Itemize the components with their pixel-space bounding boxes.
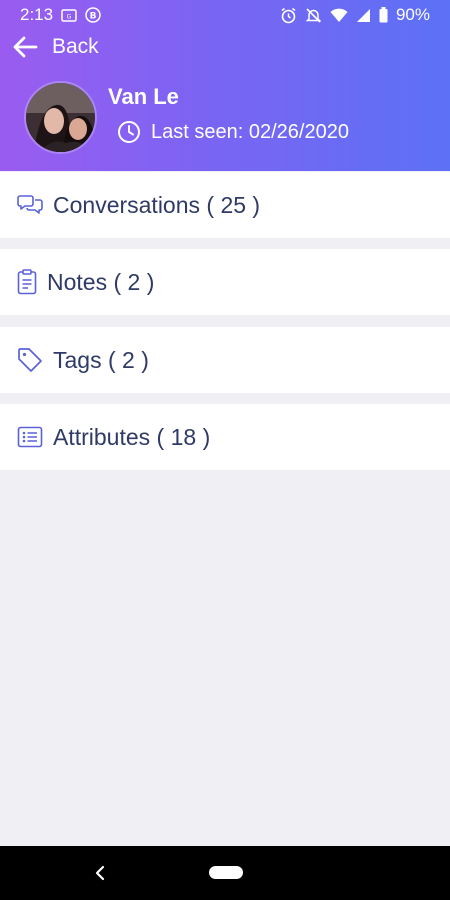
battery-icon <box>379 7 388 23</box>
nav-home-pill[interactable] <box>209 866 243 879</box>
alarm-icon <box>280 7 297 24</box>
clock-icon <box>117 120 141 144</box>
menu-item-label: Conversations ( 25 ) <box>53 191 261 218</box>
last-seen: Last seen: 02/26/2020 <box>117 120 349 144</box>
avatar <box>24 81 97 154</box>
menu-item-attributes[interactable]: Attributes ( 18 ) <box>0 404 450 470</box>
chat-bubbles-icon <box>17 194 43 216</box>
contact-header: 2:13 G B 90% Back Van Le Last seen: 02/2… <box>0 0 450 171</box>
arrow-left-icon <box>12 36 38 58</box>
signal-icon <box>356 8 371 23</box>
svg-text:G: G <box>67 13 72 20</box>
menu-item-label: Tags ( 2 ) <box>53 346 149 373</box>
status-time: 2:13 <box>20 5 54 24</box>
back-button[interactable]: Back <box>12 32 99 62</box>
contact-name: Van Le <box>108 84 179 109</box>
wifi-icon <box>330 8 348 23</box>
back-label: Back <box>52 35 99 58</box>
photo-icon: G <box>61 8 77 22</box>
menu-item-tags[interactable]: Tags ( 2 ) <box>0 327 450 393</box>
last-seen-text: Last seen: 02/26/2020 <box>151 120 349 143</box>
mute-icon <box>305 7 322 24</box>
svg-text:B: B <box>90 12 97 22</box>
clipboard-icon <box>17 269 37 295</box>
menu-item-conversations[interactable]: Conversations ( 25 ) <box>0 172 450 238</box>
chevron-left-icon <box>95 865 105 881</box>
menu-item-label: Attributes ( 18 ) <box>53 423 211 450</box>
battery-percent: 90% <box>395 5 430 24</box>
menu-item-label: Notes ( 2 ) <box>47 268 155 295</box>
nav-back-button[interactable] <box>90 860 110 886</box>
status-bar: 2:13 G B 90% <box>0 0 450 30</box>
list-icon <box>17 426 43 448</box>
tag-icon <box>17 347 43 373</box>
system-nav-bar <box>0 846 450 900</box>
menu-item-notes[interactable]: Notes ( 2 ) <box>0 249 450 315</box>
b-badge-icon: B <box>85 7 101 23</box>
